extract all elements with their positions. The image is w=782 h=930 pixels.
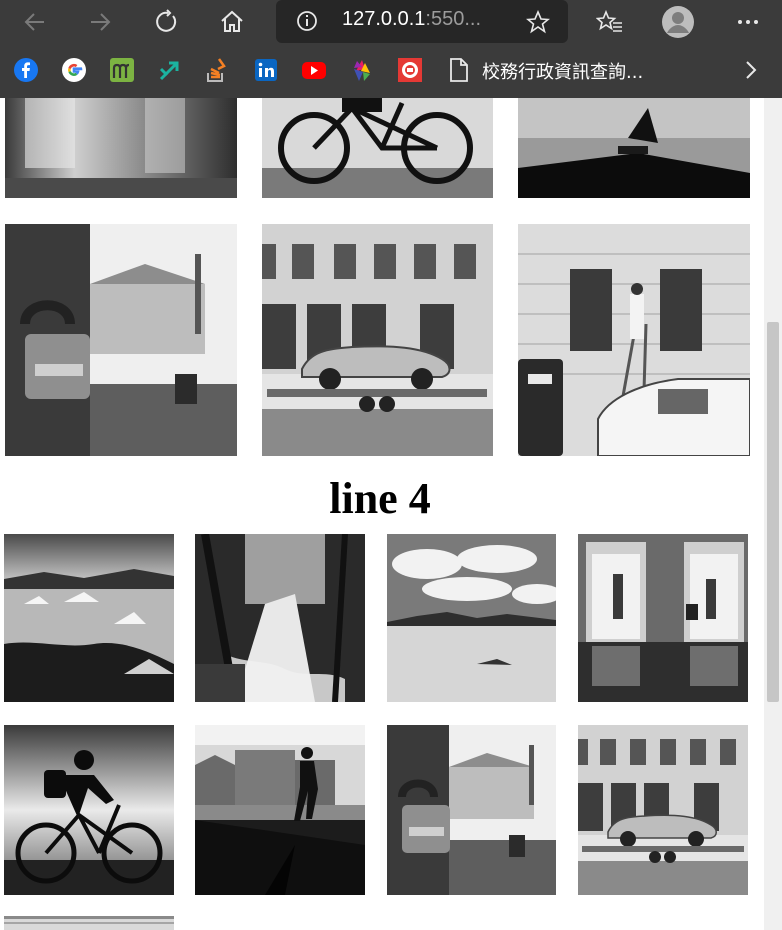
bookmark-google[interactable] <box>61 57 87 83</box>
bookmark-label[interactable]: 校務行政資訊查詢... <box>482 58 643 84</box>
stack-icon <box>207 58 226 82</box>
url-port: :550... <box>425 8 482 30</box>
photo-tile[interactable] <box>262 224 493 456</box>
bookmarks-overflow-button[interactable] <box>738 57 764 83</box>
url-text[interactable]: 127.0.0.1:550... <box>342 8 481 31</box>
home-button[interactable] <box>214 4 250 40</box>
bookmark-arrow-link[interactable] <box>157 57 183 83</box>
photo-padlock-square-small <box>387 725 556 895</box>
star-icon[interactable] <box>526 10 550 34</box>
photo-tile[interactable] <box>387 534 556 702</box>
photo-tile[interactable] <box>518 224 750 456</box>
youtube-icon <box>302 62 326 79</box>
photo-tile[interactable] <box>262 98 493 198</box>
bookmark-stack[interactable] <box>205 57 231 83</box>
linkedin-icon <box>255 59 277 81</box>
profile-button[interactable] <box>660 4 696 40</box>
favorites-icon <box>596 9 622 32</box>
photo-vintage-car-small <box>578 725 748 895</box>
back-button[interactable] <box>17 4 53 40</box>
photo-tile[interactable] <box>195 534 365 702</box>
photo-glass-corridor <box>5 98 237 198</box>
forward-button[interactable] <box>82 4 118 40</box>
refresh-button[interactable] <box>148 4 184 40</box>
page-heading: line 4 <box>329 474 431 523</box>
page-content: line 4 <box>0 98 764 930</box>
scrollbar-thumb[interactable] <box>767 322 779 702</box>
bookmark-badge[interactable] <box>397 57 423 83</box>
google-icon <box>62 58 86 82</box>
photo-tile[interactable] <box>4 725 174 895</box>
photo-street-shadow <box>518 98 750 198</box>
facebook-icon <box>14 58 38 82</box>
photo-painter-ladder <box>518 224 750 456</box>
photo-tile[interactable] <box>195 725 365 895</box>
photo-tile[interactable] <box>4 916 174 930</box>
chevron-right-icon <box>746 61 757 79</box>
info-icon[interactable] <box>296 10 318 32</box>
badge-icon <box>398 58 422 82</box>
bookmark-page[interactable] <box>446 57 472 83</box>
photo-cyclist-silhouette <box>4 725 174 895</box>
photo-desert-clouds <box>387 534 556 702</box>
profile-icon <box>662 6 694 38</box>
arrow-right-icon <box>91 13 111 31</box>
moodle-icon <box>110 58 134 82</box>
photo-tile[interactable] <box>387 725 556 895</box>
url-host: 127.0.0.1 <box>342 8 426 30</box>
photo-tile[interactable] <box>5 98 237 198</box>
photo-elevator-lobby <box>578 534 748 702</box>
page-icon <box>450 58 468 82</box>
bookmark-youtube[interactable] <box>301 57 327 83</box>
address-bar[interactable]: 127.0.0.1:550... <box>276 0 568 43</box>
bookmark-linkedin[interactable] <box>253 57 279 83</box>
photo-bicycle-silhouette <box>262 98 493 198</box>
arrow-left-icon <box>24 13 44 31</box>
favorites-button[interactable] <box>592 4 628 40</box>
photo-icebergs-lake <box>4 534 174 702</box>
photo-padlock-square <box>5 224 237 456</box>
photo-tile[interactable] <box>578 725 748 895</box>
colorful-icon <box>354 60 370 81</box>
photo-waterfall-forest <box>195 534 365 702</box>
bookmark-facebook[interactable] <box>13 57 39 83</box>
bookmark-colorful[interactable] <box>349 57 375 83</box>
browser-toolbar: 127.0.0.1:550... <box>0 0 782 43</box>
bookmark-moodle[interactable] <box>109 57 135 83</box>
home-icon <box>221 10 243 32</box>
more-icon <box>738 20 758 24</box>
photo-partial <box>4 916 174 930</box>
bookmarks-bar: 校務行政資訊查詢... <box>0 43 782 98</box>
photo-tile[interactable] <box>518 98 750 198</box>
photo-vintage-car-trailer <box>262 224 493 456</box>
arrow-link-icon <box>159 61 179 81</box>
refresh-icon <box>156 9 177 32</box>
photo-tile[interactable] <box>4 534 174 702</box>
photo-tile[interactable] <box>5 224 237 456</box>
photo-tile[interactable] <box>578 534 748 702</box>
more-button[interactable] <box>730 4 766 40</box>
photo-walker-harbor <box>195 725 365 895</box>
